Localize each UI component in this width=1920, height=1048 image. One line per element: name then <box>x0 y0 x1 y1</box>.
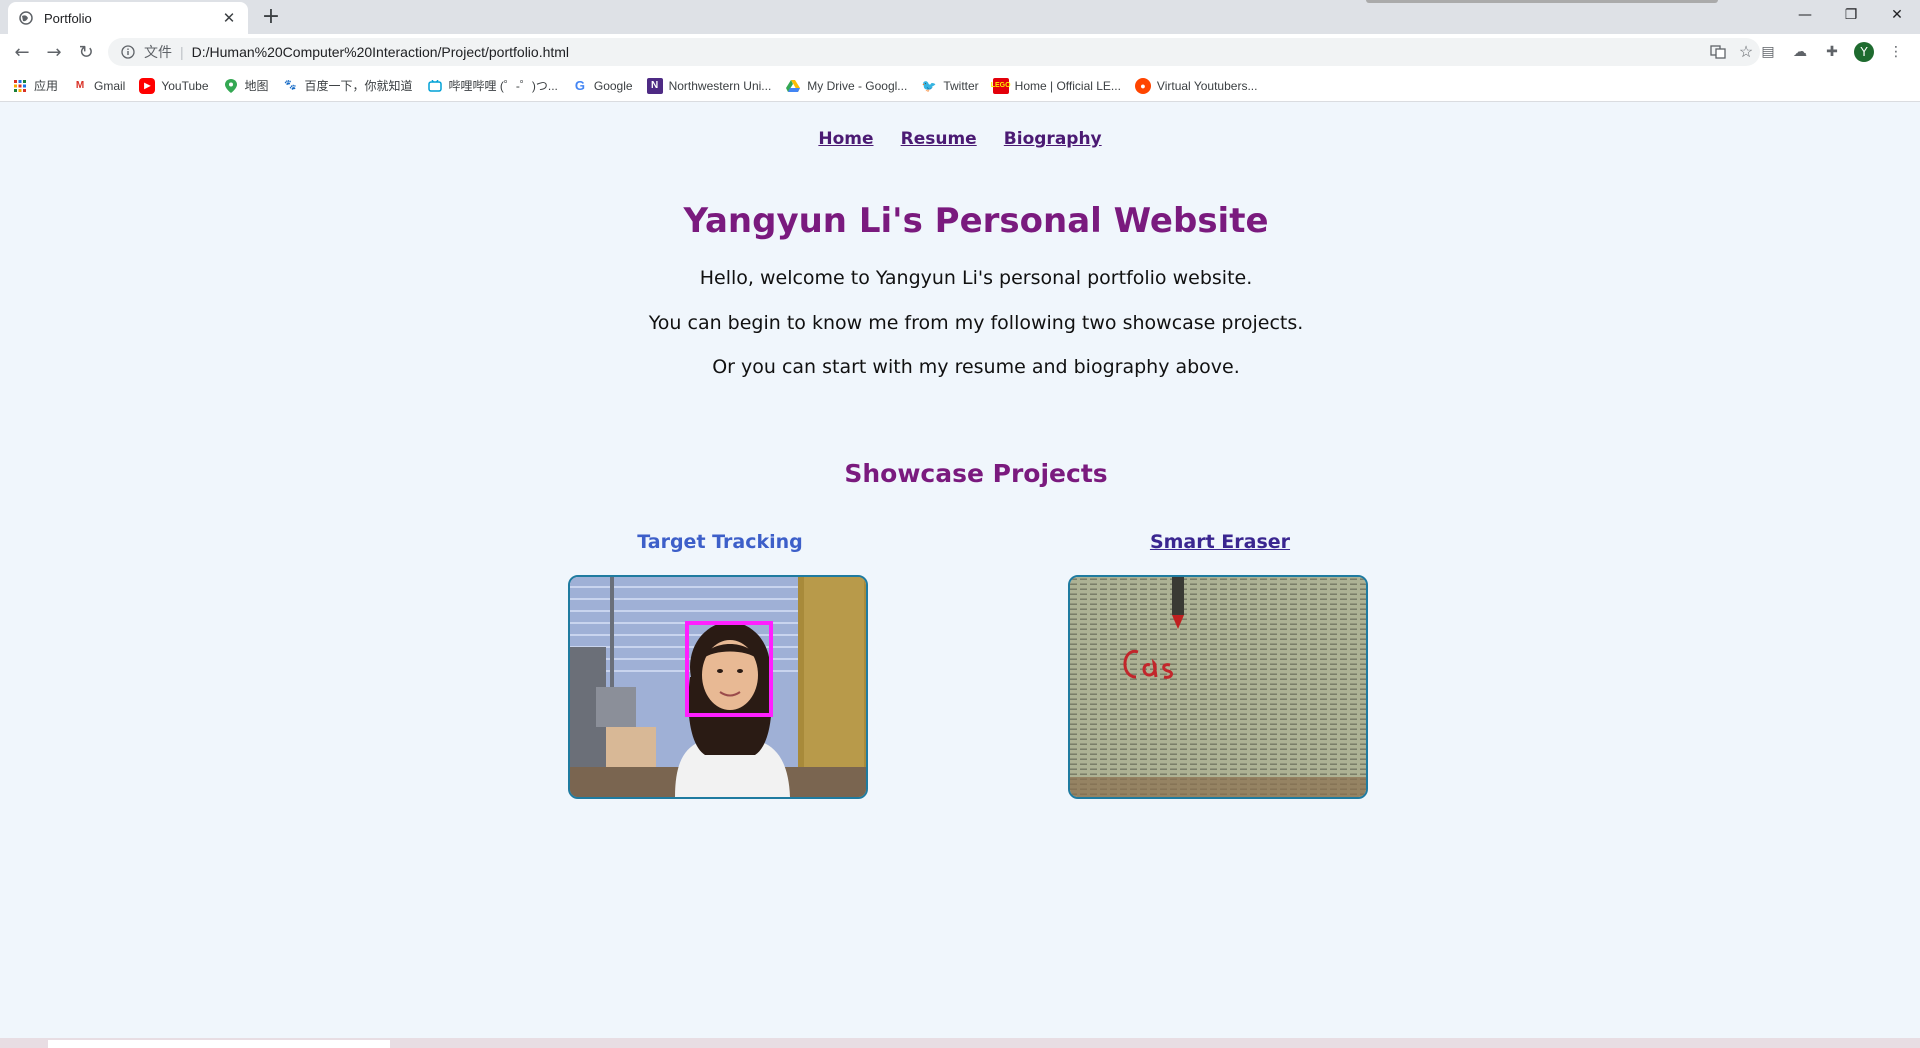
taskbar-strip <box>0 1038 1920 1048</box>
back-icon[interactable]: ← <box>8 38 36 66</box>
bookmark-youtube[interactable]: ▶ YouTube <box>139 77 209 94</box>
intro-line-1: Hello, welcome to Yangyun Li's personal … <box>699 267 1253 289</box>
bookmark-label: Home | Official LE... <box>1014 78 1121 93</box>
northwestern-icon: N <box>646 77 663 94</box>
bookmarks-bar: 应用 M Gmail ▶ YouTube 地图 🐾 百度一下，你就知道 哔哩哔哩… <box>0 70 1920 102</box>
close-window-icon[interactable]: ✕ <box>1874 0 1920 30</box>
bookmark-label: 应用 <box>34 79 59 93</box>
menu-icon[interactable]: ⋮ <box>1882 38 1910 66</box>
info-icon[interactable] <box>118 42 138 62</box>
bookmark-label: 百度一下，你就知道 <box>304 79 413 93</box>
window-controls: — ❐ ✕ <box>1782 0 1920 30</box>
bookmark-label: My Drive - Googl... <box>807 78 908 93</box>
bookmark-label: Northwestern Uni... <box>668 78 772 93</box>
page-content: Home Resume Biography Yangyun Li's Perso… <box>0 103 1920 1038</box>
tab-portfolio[interactable]: Portfolio ✕ <box>8 2 248 34</box>
tab-strip: Portfolio ✕ + — ❐ ✕ <box>0 0 1920 34</box>
bookmark-google[interactable]: G Google <box>572 78 633 94</box>
drive-icon <box>785 78 801 94</box>
smart-eraser-image <box>1070 577 1366 797</box>
gmail-icon: M <box>75 80 85 91</box>
bookmark-reddit[interactable]: ● Virtual Youtubers... <box>1134 77 1258 94</box>
bookmark-apps[interactable]: 应用 <box>12 77 58 94</box>
bookmark-lego[interactable]: LEGO Home | Official LE... <box>991 77 1121 94</box>
translate-icon[interactable] <box>1704 38 1732 66</box>
url-text[interactable]: D:/Human%20Computer%20Interaction/Projec… <box>192 44 1704 60</box>
bookmark-label: Virtual Youtubers... <box>1156 78 1258 93</box>
browser-toolbar: ← → ↻ 文件 | D:/Human%20Computer%20Interac… <box>0 34 1920 70</box>
close-tab-icon[interactable]: ✕ <box>220 9 238 27</box>
showcase-heading: Showcase Projects <box>844 459 1108 488</box>
file-label: 文件 <box>144 44 172 60</box>
bookmark-label: Twitter <box>943 78 979 93</box>
minimize-icon[interactable]: — <box>1782 0 1828 30</box>
project-link-smart-eraser[interactable]: Smart Eraser <box>1070 531 1370 553</box>
reddit-icon: ● <box>1134 77 1151 94</box>
new-tab-button[interactable]: + <box>258 4 284 30</box>
bookmark-gmail[interactable]: M Gmail <box>72 78 126 94</box>
twitter-icon: 🐦 <box>921 78 937 93</box>
bookmark-maps[interactable]: 地图 <box>223 77 269 94</box>
address-bar[interactable]: 文件 | D:/Human%20Computer%20Interaction/P… <box>108 38 1760 66</box>
cloud-extension-icon[interactable]: ☁ <box>1786 38 1814 66</box>
bookmark-bilibili[interactable]: 哔哩哔哩 (゜-゜)つ... <box>427 77 558 94</box>
nav-resume-link[interactable]: Resume <box>901 129 977 149</box>
reload-icon[interactable]: ↻ <box>72 38 100 66</box>
maps-icon <box>223 78 239 94</box>
bookmark-label: YouTube <box>161 78 209 93</box>
intro-line-2: You can begin to know me from my followi… <box>648 312 1304 334</box>
site-nav: Home Resume Biography <box>0 129 1920 149</box>
bookmark-baidu[interactable]: 🐾 百度一下，你就知道 <box>283 77 413 94</box>
puzzle-icon[interactable]: ✚ <box>1818 38 1846 66</box>
reader-extension-icon[interactable]: ▤ <box>1754 38 1782 66</box>
page-title: Yangyun Li's Personal Website <box>683 201 1269 241</box>
baidu-icon: 🐾 <box>284 80 297 91</box>
smart-eraser-thumbnail[interactable] <box>1068 575 1368 799</box>
bookmark-label: Google <box>593 78 633 93</box>
bilibili-icon <box>427 78 443 94</box>
forward-icon[interactable]: → <box>40 38 68 66</box>
project-link-target-tracking[interactable]: Target Tracking <box>570 531 870 553</box>
url-separator: | <box>180 44 184 60</box>
youtube-icon: ▶ <box>139 77 156 94</box>
globe-icon <box>18 10 34 26</box>
tab-title: Portfolio <box>44 10 92 26</box>
bookmark-label: Gmail <box>94 78 126 93</box>
restore-icon[interactable]: ❐ <box>1828 0 1874 30</box>
target-tracking-thumbnail[interactable] <box>568 575 868 799</box>
lego-icon: LEGO <box>991 77 1011 94</box>
bookmark-northwestern[interactable]: N Northwestern Uni... <box>646 77 772 94</box>
target-tracking-image <box>570 577 866 797</box>
bookmark-drive[interactable]: My Drive - Googl... <box>785 78 907 94</box>
nav-biography-link[interactable]: Biography <box>1004 129 1102 149</box>
nav-home-link[interactable]: Home <box>818 129 873 149</box>
taskbar-segment <box>48 1040 390 1048</box>
apps-icon <box>12 78 28 94</box>
profile-avatar[interactable]: Y <box>1854 42 1874 62</box>
google-icon: G <box>574 78 585 93</box>
bookmark-twitter[interactable]: 🐦 Twitter <box>921 78 979 94</box>
extensions-area: ▤ ☁ ✚ Y ⋮ <box>1754 38 1910 66</box>
bookmark-label: 哔哩哔哩 (゜-゜)つ... <box>448 79 558 93</box>
bookmark-label: 地图 <box>244 79 269 93</box>
intro-line-3: Or you can start with my resume and biog… <box>712 356 1240 378</box>
window-strip <box>1366 0 1718 3</box>
